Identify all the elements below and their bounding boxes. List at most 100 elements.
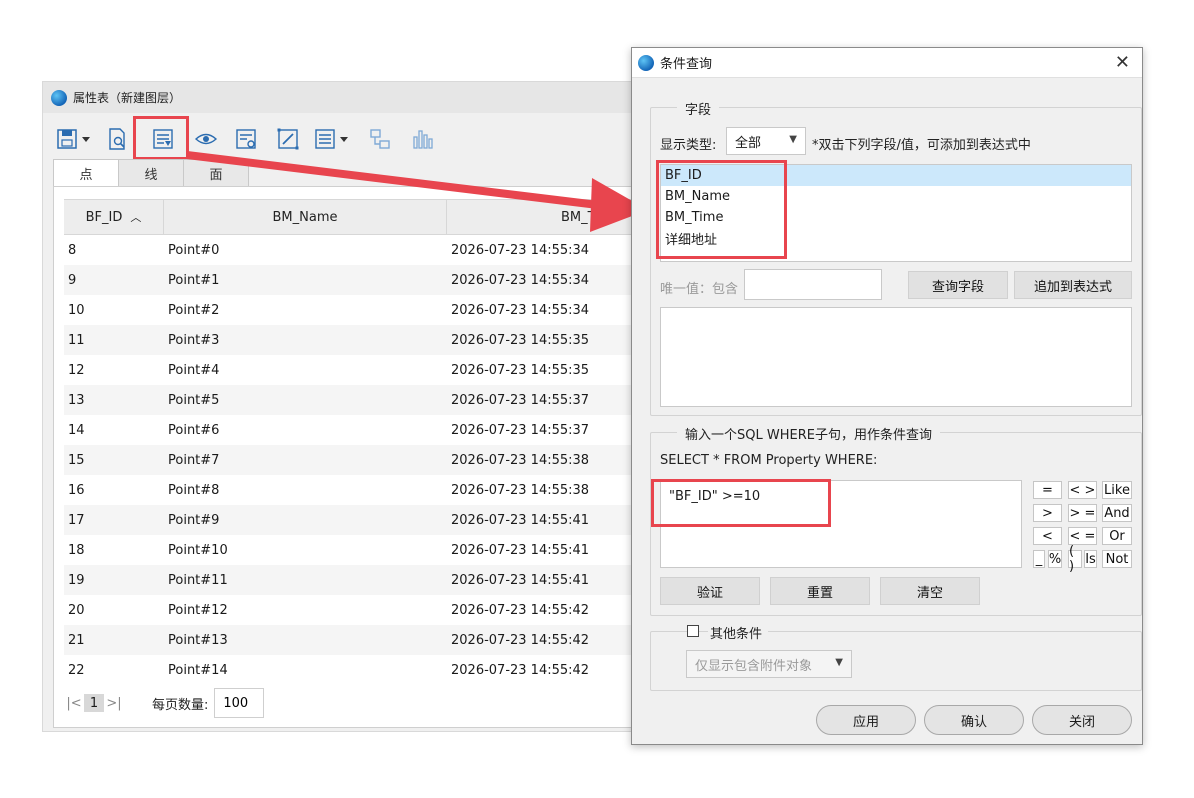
statistics-button[interactable]: [407, 124, 437, 154]
op-percent-button[interactable]: %: [1048, 550, 1062, 568]
table-settings-icon: [236, 129, 256, 149]
table-cell: 22: [68, 662, 85, 678]
table-row[interactable]: 14 Point#6 2026-07-23 14:55:37: [64, 415, 634, 445]
table-cell: 9: [68, 272, 77, 288]
table-cell: 2026-07-23 14:55:42: [451, 662, 590, 678]
attribute-table-window: 属性表（新建图层） 点 线 面 BF_ID ︿ BM_Name BM_Time …: [42, 81, 635, 732]
page-size-input[interactable]: [214, 688, 265, 718]
attachment-filter-select[interactable]: 仅显示包含附件对象 ▼: [686, 650, 852, 678]
first-page-button[interactable]: |<: [66, 696, 82, 711]
list-dropdown-button[interactable]: [311, 124, 353, 154]
table-row[interactable]: 13 Point#5 2026-07-23 14:55:37: [64, 385, 634, 415]
table-cell: 15: [68, 452, 85, 468]
table-cell: Point#11: [168, 572, 228, 588]
chevron-down-icon: ▼: [789, 134, 797, 145]
display-type-select[interactable]: 全部 ▼: [726, 127, 806, 155]
table-row[interactable]: 15 Point#7 2026-07-23 14:55:38: [64, 445, 634, 475]
tab-polygon[interactable]: 面: [183, 159, 249, 187]
tab-line[interactable]: 线: [118, 159, 184, 187]
table-row[interactable]: 11 Point#3 2026-07-23 14:55:35: [64, 325, 634, 355]
table-row[interactable]: 21 Point#13 2026-07-23 14:55:42: [64, 625, 634, 655]
op-not-equal-button[interactable]: < >: [1068, 481, 1097, 499]
table-row[interactable]: 17 Point#9 2026-07-23 14:55:41: [64, 505, 634, 535]
op-equal-button[interactable]: =: [1033, 481, 1062, 499]
layers-link-icon: [370, 129, 390, 149]
current-page[interactable]: 1: [84, 694, 104, 712]
column-header-bm-time[interactable]: BM_Time: [447, 200, 634, 234]
table-cell: Point#10: [168, 542, 228, 558]
dialog-titlebar: 条件查询 ✕: [632, 48, 1142, 78]
unique-value-input[interactable]: [744, 269, 882, 300]
save-dropdown-button[interactable]: [53, 124, 95, 154]
op-greater-button[interactable]: >: [1033, 504, 1062, 522]
op-underscore-button[interactable]: _: [1033, 550, 1045, 568]
toolbar-highlight-box: [133, 116, 189, 160]
op-or-button[interactable]: Or: [1102, 527, 1132, 545]
list-icon: [315, 129, 348, 149]
table-cell: 2026-07-23 14:55:41: [451, 512, 590, 528]
clear-button[interactable]: 清空: [880, 577, 980, 605]
table-cell: 17: [68, 512, 85, 528]
unique-value-label: 唯一值：包含: [660, 282, 739, 297]
table-cell: 11: [68, 332, 85, 348]
dialog-close-button[interactable]: 关闭: [1032, 705, 1132, 735]
table-row[interactable]: 19 Point#11 2026-07-23 14:55:41: [64, 565, 634, 595]
table-row[interactable]: 16 Point#8 2026-07-23 14:55:38: [64, 475, 634, 505]
table-row[interactable]: 18 Point#10 2026-07-23 14:55:41: [64, 535, 634, 565]
last-page-button[interactable]: >|: [106, 696, 122, 711]
table-row[interactable]: 20 Point#12 2026-07-23 14:55:42: [64, 595, 634, 625]
other-conditions-checkbox[interactable]: [687, 625, 699, 637]
table-row[interactable]: 9 Point#1 2026-07-23 14:55:34: [64, 265, 634, 295]
link-layers-button[interactable]: [365, 124, 395, 154]
column-header-bm-name[interactable]: BM_Name: [164, 200, 447, 234]
table-cell: Point#6: [168, 422, 220, 438]
table-cell: 2026-07-23 14:55:42: [451, 632, 590, 648]
close-icon[interactable]: ✕: [1115, 52, 1130, 73]
table-row[interactable]: 22 Point#14 2026-07-23 14:55:42: [64, 655, 634, 685]
op-is-button[interactable]: Is: [1084, 550, 1097, 568]
view-button[interactable]: [191, 124, 221, 154]
table-cell: Point#13: [168, 632, 228, 648]
field-settings-button[interactable]: [231, 124, 261, 154]
table-cell: Point#14: [168, 662, 228, 678]
ok-button[interactable]: 确认: [924, 705, 1024, 735]
fields-highlight-box: [656, 160, 787, 259]
table-cell: 2026-07-23 14:55:34: [451, 302, 590, 318]
validate-button[interactable]: 验证: [660, 577, 760, 605]
append-to-expression-button[interactable]: 追加到表达式: [1014, 271, 1132, 299]
document-search-icon: [109, 128, 125, 150]
op-parentheses-button[interactable]: ( ): [1068, 544, 1082, 574]
tab-point[interactable]: 点: [53, 159, 119, 187]
table-cell: Point#2: [168, 302, 220, 318]
fields-group-title: 字段: [677, 99, 720, 118]
table-row[interactable]: 8 Point#0 2026-07-23 14:55:34: [64, 235, 634, 265]
table-cell: 2026-07-23 14:55:38: [451, 452, 590, 468]
table-cell: 2026-07-23 14:55:37: [451, 422, 590, 438]
op-and-button[interactable]: And: [1102, 504, 1132, 522]
apply-button[interactable]: 应用: [816, 705, 916, 735]
save-icon: [57, 129, 90, 149]
op-less-equal-button[interactable]: < =: [1068, 527, 1097, 545]
table-cell: 2026-07-23 14:55:42: [451, 602, 590, 618]
table-cell: 12: [68, 362, 85, 378]
grid-header: BF_ID ︿ BM_Name BM_Time: [64, 199, 634, 235]
table-row[interactable]: 10 Point#2 2026-07-23 14:55:34: [64, 295, 634, 325]
query-fields-button[interactable]: 查询字段: [908, 271, 1008, 299]
attribute-table-titlebar: 属性表（新建图层）: [43, 82, 633, 113]
sql-group-title: 输入一个SQL WHERE子句，用作条件查询: [677, 424, 940, 443]
locate-button[interactable]: [103, 124, 133, 154]
table-cell: 13: [68, 392, 85, 408]
op-greater-equal-button[interactable]: > =: [1068, 504, 1097, 522]
table-cell: Point#12: [168, 602, 228, 618]
edit-geometry-button[interactable]: [273, 124, 303, 154]
reset-button[interactable]: 重置: [770, 577, 870, 605]
table-cell: Point#7: [168, 452, 220, 468]
op-not-button[interactable]: Not: [1102, 550, 1132, 568]
pager: |< 1 >| 每页数量:: [66, 687, 626, 719]
unique-values-list[interactable]: [660, 307, 1132, 407]
op-less-button[interactable]: <: [1033, 527, 1062, 545]
sort-ascending-icon: ︿: [130, 211, 142, 224]
op-like-button[interactable]: Like: [1102, 481, 1132, 499]
column-header-bf-id[interactable]: BF_ID ︿: [64, 200, 164, 234]
table-row[interactable]: 12 Point#4 2026-07-23 14:55:35: [64, 355, 634, 385]
